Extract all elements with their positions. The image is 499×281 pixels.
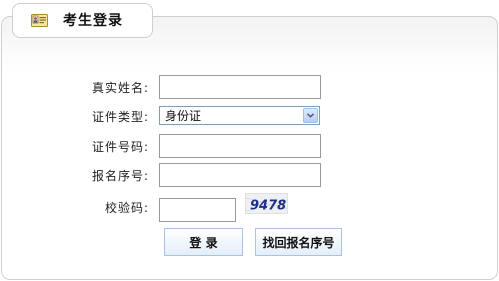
real-name-label: 真实姓名: [91, 81, 149, 95]
id-number-input[interactable] [159, 134, 321, 158]
panel-header-tab: 考生登录 [12, 3, 153, 38]
recover-reg-number-button[interactable]: 找回报名序号 [255, 228, 342, 256]
login-button[interactable]: 登 录 [164, 228, 243, 256]
id-type-label: 证件类型: [91, 110, 149, 124]
real-name-input[interactable] [159, 75, 321, 99]
page-title: 考生登录 [63, 13, 123, 29]
captcha-image[interactable]: 9478 [245, 193, 288, 214]
id-type-select[interactable]: 身份证 [159, 106, 320, 125]
id-type-selected-value: 身份证 [165, 109, 202, 123]
reg-number-label: 报名序号: [91, 169, 149, 183]
captcha-label: 校验码: [104, 201, 149, 215]
reg-number-input[interactable] [159, 163, 321, 187]
id-card-icon [31, 13, 48, 27]
captcha-text: 9478 [250, 199, 286, 214]
chevron-down-icon[interactable] [303, 108, 318, 123]
id-number-label: 证件号码: [91, 140, 149, 154]
captcha-input[interactable] [159, 198, 236, 222]
